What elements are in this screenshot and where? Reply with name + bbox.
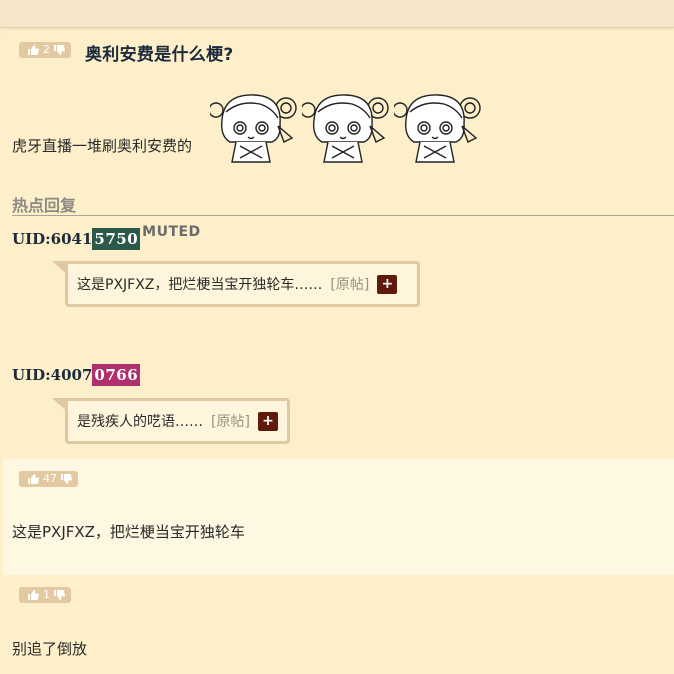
- post-title: 奥利安费是什么梗?: [85, 45, 234, 65]
- bubble-pointer: [52, 398, 68, 412]
- expand-plus-button[interactable]: +: [377, 274, 398, 294]
- original-post-link[interactable]: [原帖]: [330, 274, 369, 294]
- sticker-image: [394, 94, 481, 163]
- bubble-pointer: [52, 261, 68, 275]
- reply-uid[interactable]: UID:6041 5750 MUTED: [12, 224, 201, 250]
- sticker-group: [210, 90, 484, 168]
- muted-badge: MUTED: [142, 224, 201, 240]
- reply-uid[interactable]: UID:4007 0766: [12, 364, 141, 386]
- vote-bar: 1: [19, 587, 71, 603]
- thumb-down-icon[interactable]: [61, 474, 72, 484]
- thumb-up-icon[interactable]: [28, 590, 39, 600]
- reply-text: 是残疾人的呓语……: [77, 414, 203, 430]
- original-post-link[interactable]: [原帖]: [211, 411, 250, 431]
- post-main: 2 奥利安费是什么梗? 虎牙直播一堆刷奥利安费的 热点回复 UID:6041 5…: [3, 30, 674, 458]
- post-reply: 47 这是PXJFXZ，把烂梗当宝开独轮车: [3, 459, 674, 575]
- sticker-image: [302, 94, 389, 163]
- uid-prefix: UID:6041: [12, 230, 93, 248]
- post-body: 这是PXJFXZ，把烂梗当宝开独轮车: [12, 523, 245, 541]
- thumb-down-icon[interactable]: [54, 45, 65, 55]
- hot-replies-heading: 热点回复: [12, 196, 77, 215]
- vote-count: 47: [43, 472, 57, 485]
- post-body: 别追了倒放: [12, 640, 88, 658]
- uid-suffix-badge: 0766: [92, 364, 141, 386]
- sticker-image: [210, 94, 297, 163]
- thumb-up-icon[interactable]: [28, 474, 39, 484]
- reply-bubble: 是残疾人的呓语…… [原帖] +: [52, 398, 290, 444]
- post-body: 虎牙直播一堆刷奥利安费的: [12, 137, 193, 155]
- thumb-up-icon[interactable]: [28, 45, 39, 55]
- reply-bubble: 这是PXJFXZ，把烂梗当宝开独轮车…… [原帖] +: [52, 261, 420, 307]
- top-bar: [0, 0, 674, 28]
- vote-bar: 2: [19, 42, 71, 58]
- vote-count: 2: [43, 43, 50, 56]
- uid-suffix-badge: 5750: [92, 228, 141, 250]
- thumb-down-icon[interactable]: [54, 590, 65, 600]
- divider: [12, 215, 674, 216]
- vote-bar: 47: [19, 471, 78, 487]
- expand-plus-button[interactable]: +: [257, 411, 278, 431]
- vote-count: 1: [43, 588, 50, 601]
- post-reply: 1 别追了倒放: [3, 576, 674, 674]
- reply-text: 这是PXJFXZ，把烂梗当宝开独轮车……: [77, 277, 323, 293]
- uid-prefix: UID:4007: [12, 366, 93, 384]
